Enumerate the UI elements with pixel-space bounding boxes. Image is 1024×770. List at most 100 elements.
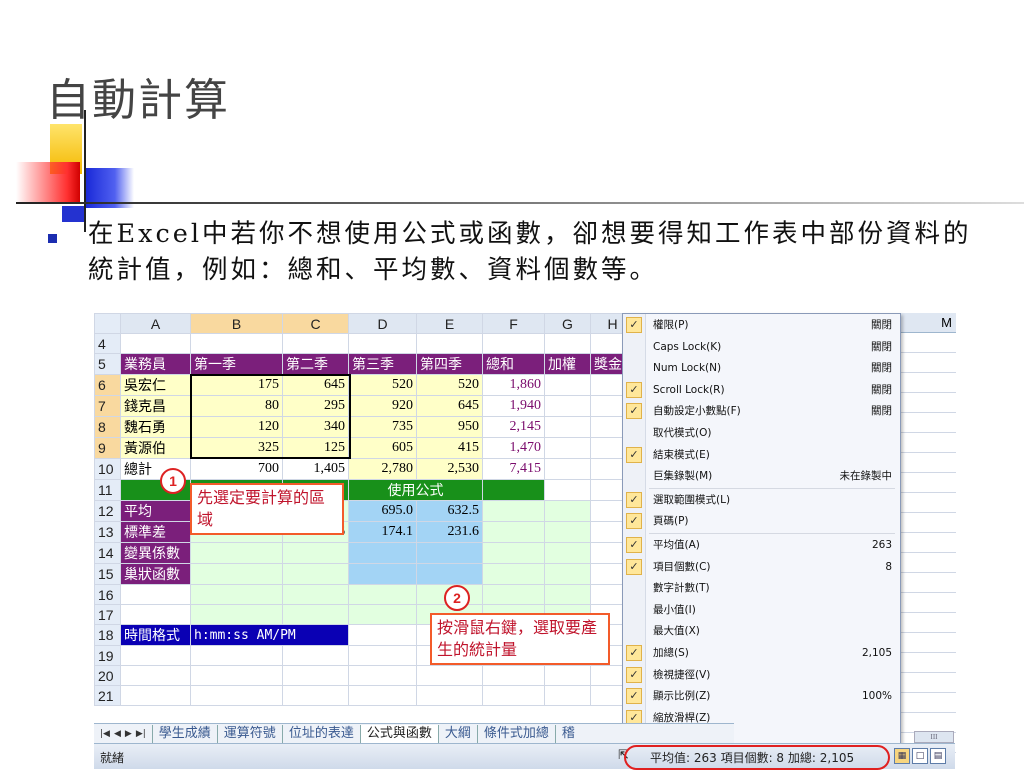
- cell-c15[interactable]: [282, 563, 349, 585]
- column-m-cell[interactable]: [898, 713, 956, 733]
- cell-g21[interactable]: [544, 685, 591, 706]
- cell-d20[interactable]: [348, 665, 417, 686]
- column-m-cell[interactable]: [898, 613, 956, 633]
- horizontal-scroll-thumb[interactable]: III: [914, 731, 954, 743]
- column-m-cell[interactable]: [898, 633, 956, 653]
- column-header-g[interactable]: G: [544, 313, 591, 334]
- column-header-b[interactable]: B: [190, 313, 283, 334]
- cell-b14[interactable]: [190, 542, 283, 564]
- cell-g5[interactable]: 加權: [544, 353, 591, 375]
- cell-d7[interactable]: 920: [348, 395, 417, 417]
- menu-item[interactable]: ✓ 項目個數(C) 8: [623, 556, 900, 578]
- cell-f12[interactable]: [482, 500, 545, 522]
- cell-a20[interactable]: [120, 665, 191, 686]
- cell-f8[interactable]: 2,145: [482, 416, 545, 438]
- cell-b10[interactable]: 700: [190, 458, 283, 480]
- cell-b6[interactable]: 175: [190, 374, 283, 396]
- row-header-18[interactable]: 18: [94, 624, 121, 646]
- row-header-12[interactable]: 12: [94, 500, 121, 522]
- column-m-cell[interactable]: [898, 393, 956, 413]
- cell-d14[interactable]: [348, 542, 417, 564]
- menu-item[interactable]: ✓ 選取範圍模式(L): [623, 489, 900, 511]
- cell-g7[interactable]: [544, 395, 591, 417]
- cell-a12[interactable]: 平均: [120, 500, 191, 522]
- row-header-6[interactable]: 6: [94, 374, 121, 396]
- cell-d18[interactable]: [348, 624, 417, 646]
- cell-b20[interactable]: [190, 665, 283, 686]
- sheet-tab[interactable]: 學生成績: [151, 725, 217, 743]
- cell-a5[interactable]: 業務員: [120, 353, 191, 375]
- cell-d8[interactable]: 735: [348, 416, 417, 438]
- cell-g8[interactable]: [544, 416, 591, 438]
- row-header-21[interactable]: 21: [94, 685, 121, 706]
- menu-item[interactable]: 取代模式(O): [623, 422, 900, 444]
- cell-c9[interactable]: 125: [282, 437, 349, 459]
- cell-f7[interactable]: 1,940: [482, 395, 545, 417]
- cell-e14[interactable]: [416, 542, 483, 564]
- sheet-tab[interactable]: 運算符號: [216, 725, 282, 743]
- column-m-cell[interactable]: [898, 413, 956, 433]
- column-m-cell[interactable]: [898, 693, 956, 713]
- cell-d21[interactable]: [348, 685, 417, 706]
- sheet-tab[interactable]: 位址的表達: [281, 725, 360, 743]
- cell-f15[interactable]: [482, 563, 545, 585]
- cell-f13[interactable]: [482, 521, 545, 543]
- sheet-tab[interactable]: 大綱: [437, 725, 477, 743]
- menu-item[interactable]: Caps Lock(K) 關閉: [623, 336, 900, 358]
- cell-g20[interactable]: [544, 665, 591, 686]
- cell-a18[interactable]: 時間格式: [120, 624, 191, 646]
- page-break-view-icon[interactable]: ▤: [930, 748, 946, 764]
- cell-b21[interactable]: [190, 685, 283, 706]
- next-sheet-icon[interactable]: ▶: [125, 729, 132, 739]
- cell-e20[interactable]: [416, 665, 483, 686]
- row-header-15[interactable]: 15: [94, 563, 121, 585]
- cell-a9[interactable]: 黃源伯: [120, 437, 191, 459]
- cell-g16[interactable]: [544, 584, 591, 605]
- cell-c19[interactable]: [282, 645, 349, 666]
- column-m-cell[interactable]: [898, 433, 956, 453]
- cell-c4[interactable]: [282, 333, 349, 354]
- select-all-corner[interactable]: [94, 313, 121, 334]
- menu-item[interactable]: ✓ 自動設定小數點(F) 關閉: [623, 400, 900, 422]
- row-header-13[interactable]: 13: [94, 521, 121, 543]
- page-layout-view-icon[interactable]: □: [912, 748, 928, 764]
- sheet-tab[interactable]: 條件式加總: [476, 725, 555, 743]
- column-m-cell[interactable]: [898, 473, 956, 493]
- menu-item[interactable]: ✓ 頁碼(P): [623, 510, 900, 532]
- cell-e5[interactable]: 第四季: [416, 353, 483, 375]
- cell-f16[interactable]: [482, 584, 545, 605]
- cell-a7[interactable]: 錢克昌: [120, 395, 191, 417]
- column-m-cell[interactable]: [898, 593, 956, 613]
- column-header-e[interactable]: E: [416, 313, 483, 334]
- cell-e15[interactable]: [416, 563, 483, 585]
- column-m-cell[interactable]: [898, 453, 956, 473]
- cell-b17[interactable]: [190, 604, 283, 625]
- cell-e4[interactable]: [416, 333, 483, 354]
- menu-item[interactable]: ✓ 結束模式(E): [623, 444, 900, 466]
- menu-item[interactable]: ✓ Scroll Lock(R) 關閉: [623, 379, 900, 401]
- cell-d10[interactable]: 2,780: [348, 458, 417, 480]
- cell-e6[interactable]: 520: [416, 374, 483, 396]
- cell-c10[interactable]: 1,405: [282, 458, 349, 480]
- row-header-4[interactable]: 4: [94, 333, 121, 354]
- column-m-cell[interactable]: [898, 373, 956, 393]
- cell-g12[interactable]: [544, 500, 591, 522]
- sheet-tab[interactable]: 公式與函數: [359, 725, 438, 743]
- cell-d19[interactable]: [348, 645, 417, 666]
- last-sheet-icon[interactable]: ▶|: [136, 729, 146, 739]
- cell-c20[interactable]: [282, 665, 349, 686]
- cell-a17[interactable]: [120, 604, 191, 625]
- row-header-5[interactable]: 5: [94, 353, 121, 375]
- column-m-cell[interactable]: [898, 533, 956, 553]
- cell-e7[interactable]: 645: [416, 395, 483, 417]
- column-m-cell[interactable]: [898, 553, 956, 573]
- cell-f5[interactable]: 總和: [482, 353, 545, 375]
- cell-d4[interactable]: [348, 333, 417, 354]
- cell-c5[interactable]: 第二季: [282, 353, 349, 375]
- cell-e9[interactable]: 415: [416, 437, 483, 459]
- column-header-a[interactable]: A: [120, 313, 191, 334]
- menu-item[interactable]: Num Lock(N) 關閉: [623, 357, 900, 379]
- cell-d13[interactable]: 174.1: [348, 521, 417, 543]
- row-header-10[interactable]: 10: [94, 458, 121, 480]
- column-m-cell[interactable]: [898, 653, 956, 673]
